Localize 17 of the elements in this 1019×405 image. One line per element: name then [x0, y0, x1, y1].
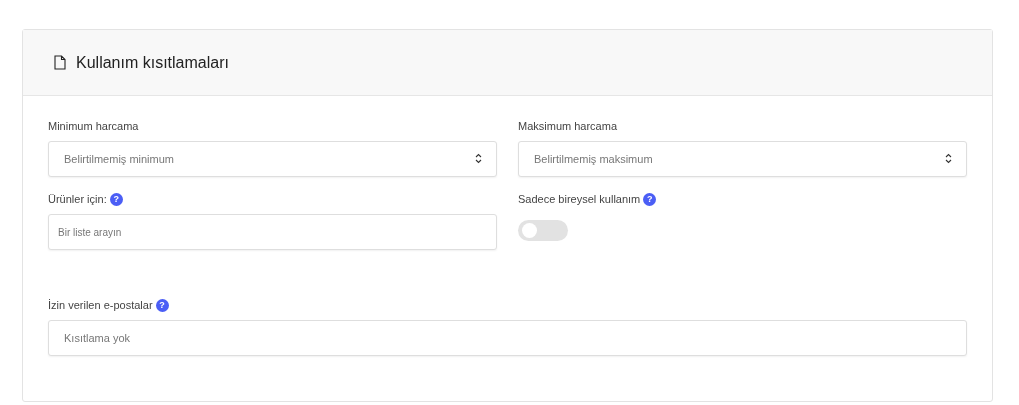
help-icon[interactable]: ?	[109, 192, 123, 206]
field-label: Sadece bireysel kullanım	[518, 192, 641, 206]
field-label: Ürünler için:	[48, 192, 107, 206]
document-icon	[54, 55, 66, 70]
spinner-icon[interactable]	[945, 153, 952, 164]
help-icon[interactable]: ?	[643, 192, 657, 206]
help-icon[interactable]: ?	[155, 298, 169, 312]
search-field[interactable]: Bir liste arayın	[48, 214, 497, 250]
input-field[interactable]: Kısıtlama yok	[48, 320, 967, 356]
number-field[interactable]: Belirtilmemiş maksimum	[518, 141, 967, 177]
field-label: İzin verilen e-postalar	[48, 298, 153, 312]
field-label: Maksimum harcama	[518, 119, 618, 133]
spinner-icon[interactable]	[475, 153, 482, 164]
toggle-switch[interactable]	[518, 220, 568, 241]
card-title: Kullanım kısıtlamaları	[76, 52, 229, 73]
number-field[interactable]: Belirtilmemiş minimum	[48, 141, 497, 177]
field-label: Minimum harcama	[48, 119, 139, 133]
